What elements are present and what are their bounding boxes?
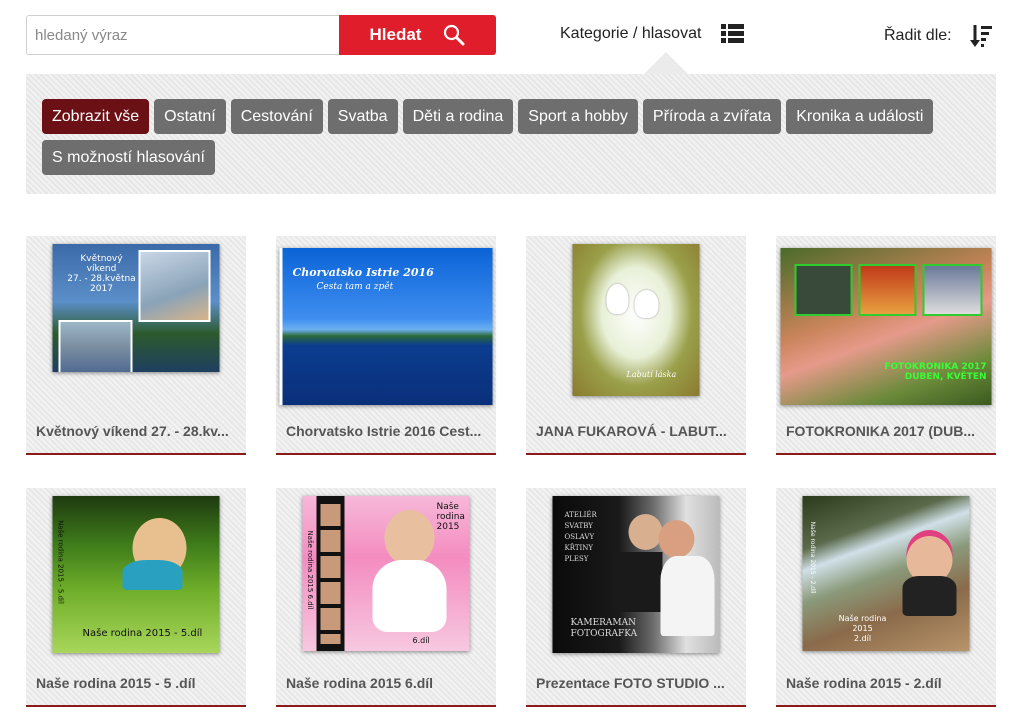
category-button[interactable]: Svatba (327, 99, 398, 134)
cover-text: Labutí láska (626, 370, 677, 379)
album-title[interactable]: Naše rodina 2015 - 2.díl (786, 675, 986, 691)
album-title[interactable]: Chorvatsko Istrie 2016 Cest... (286, 423, 486, 439)
album-cover: FOTOKRONIKA 2017 DUBEN, KVĚTEN (780, 248, 992, 405)
cover-text: Naše rodina 2015 (436, 502, 465, 532)
search-bar: Hledat (26, 15, 496, 55)
album-cover: ATELIÉR SVATBY OSLAVY KŘTINY PLESY KAMERAMAN… (552, 496, 720, 653)
category-toggle-label: Kategorie / hlasovat (560, 24, 702, 42)
album-card[interactable]: FOTOKRONIKA 2017 DUBEN, KVĚTEN FOTOKRONIK… (776, 236, 996, 455)
search-button-label: Hledat (369, 25, 422, 44)
cover-text: Květnový víkend 27. - 28.května 2017 (67, 254, 136, 294)
category-button[interactable]: Kronika a události (786, 99, 934, 134)
cover-text: Naše rodina 2015 2.díl (838, 614, 887, 643)
album-title[interactable]: Květnový víkend 27. - 28.kv... (36, 423, 236, 439)
cover-text: FOTOKRONIKA 2017 DUBEN, KVĚTEN (884, 362, 987, 382)
album-cover: Labutí láska (572, 244, 700, 396)
album-card[interactable]: Labutí láska JANA FUKAROVÁ - LABUT... (526, 236, 746, 455)
album-card[interactable]: ATELIÉR SVATBY OSLAVY KŘTINY PLESY KAMERAMAN… (526, 488, 746, 707)
album-card[interactable]: Květnový víkend 27. - 28.května 2017 Květno… (26, 236, 246, 455)
album-cover: Naše rodina 2015 - 2.díl Naše rodina 2015… (802, 496, 970, 651)
cover-text: Naše rodina 2015 - 5.díl (82, 628, 203, 639)
cover-menu-text: ATELIÉR SVATBY OSLAVY KŘTINY PLESY (564, 511, 597, 563)
cover-text: 6.díl (412, 636, 430, 645)
album-card[interactable]: Chorvatsko Istrie 2016 Cesta tam a zpět … (276, 236, 496, 455)
cover-text: KAMERAMAN FOTOGRAFKA (570, 618, 638, 639)
category-button[interactable]: S možností hlasování (42, 140, 215, 175)
category-button[interactable]: Zobrazit vše (42, 99, 150, 134)
album-cover: Naše rodina 2015 - 5.díl Naše rodina 201… (52, 496, 220, 653)
album-title[interactable]: Prezentace FOTO STUDIO ... (536, 675, 736, 691)
sort-descending-icon[interactable] (969, 24, 992, 48)
sort-label: Řadit dle: (884, 27, 952, 44)
album-title[interactable]: Naše rodina 2015 6.díl (286, 675, 486, 691)
album-title[interactable]: JANA FUKAROVÁ - LABUT... (536, 423, 736, 439)
album-title[interactable]: FOTOKRONIKA 2017 (DUB... (786, 423, 986, 439)
category-panel: Zobrazit vše Ostatní Cestování Svatba Děti a… (26, 74, 996, 194)
album-card[interactable]: Naše rodina 2015 - 5.díl Naše rodina 201… (26, 488, 246, 707)
album-cover: Květnový víkend 27. - 28.května 2017 (52, 244, 220, 372)
category-button[interactable]: Ostatní (154, 99, 226, 134)
album-title[interactable]: Naše rodina 2015 - 5 .díl (36, 675, 236, 691)
category-button[interactable]: Cestování (230, 99, 323, 134)
cover-title: Chorvatsko Istrie 2016 (292, 266, 434, 279)
cover-spine-text: Naše rodina 2015 6.díl (306, 530, 315, 610)
category-toggle[interactable]: Kategorie / hlasovat (560, 24, 745, 43)
category-button[interactable]: Příroda a zvířata (642, 99, 782, 134)
category-button[interactable]: Děti a rodina (402, 99, 514, 134)
sort-control: Řadit dle: (884, 24, 992, 48)
list-icon (721, 24, 745, 43)
cover-subtitle: Cesta tam a zpět (316, 282, 394, 292)
cover-spine-text: Naše rodina 2015 - 2.díl (808, 521, 816, 594)
album-card[interactable]: Naše rodina 2015 Naše rodina 2015 6.díl 6.… (276, 488, 496, 707)
category-button[interactable]: Sport a hobby (518, 99, 638, 134)
category-panel-pointer (644, 52, 688, 74)
category-button-list: Zobrazit vše Ostatní Cestování Svatba Děti a… (42, 99, 972, 175)
album-cover: Chorvatsko Istrie 2016 Cesta tam a zpět (279, 248, 493, 405)
cover-spine-text: Naše rodina 2015 - 5.díl (56, 520, 65, 604)
search-icon (443, 24, 465, 46)
album-card[interactable]: Naše rodina 2015 - 2.díl Naše rodina 2015… (776, 488, 996, 707)
search-button[interactable]: Hledat (339, 15, 496, 55)
album-cover: Naše rodina 2015 Naše rodina 2015 6.díl 6.… (302, 496, 470, 651)
search-input[interactable] (26, 15, 339, 55)
